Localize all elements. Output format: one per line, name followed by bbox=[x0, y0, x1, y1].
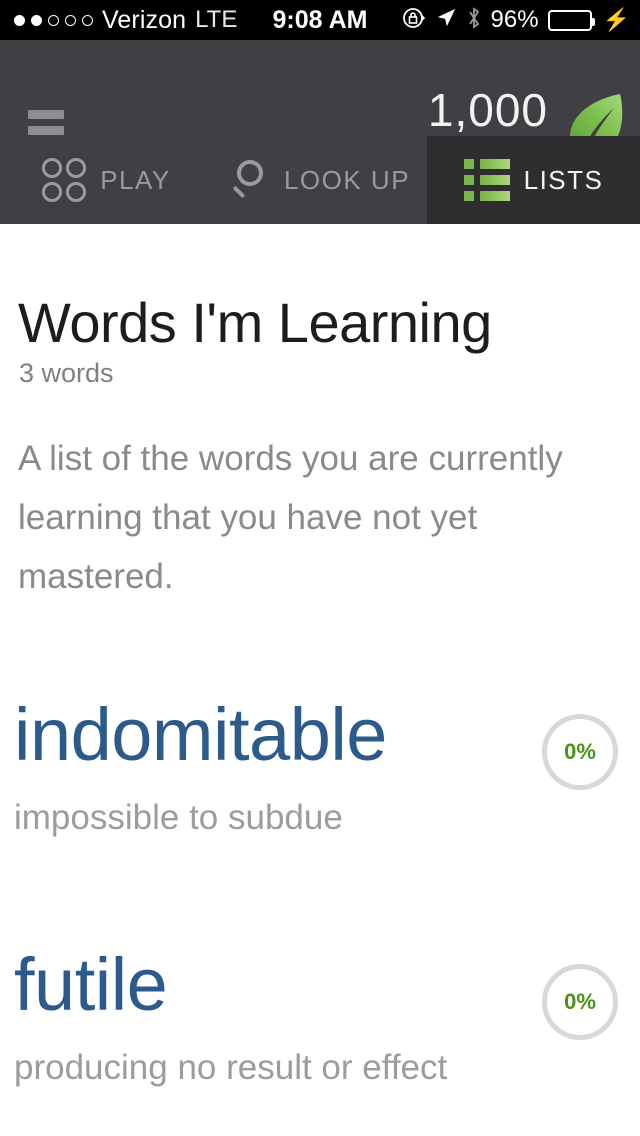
word-entry-main: futile producing no result or effect bbox=[14, 942, 447, 1088]
list-item[interactable]: futile producing no result or effect 0% bbox=[0, 942, 640, 1136]
list-bullets-icon bbox=[463, 159, 510, 201]
page-title: Words I'm Learning bbox=[18, 291, 492, 354]
list-content: Words I'm Learning 3 words A list of the… bbox=[0, 224, 640, 1136]
tab-look-up[interactable]: LOOK UP bbox=[213, 136, 427, 224]
main-nav-tabs: PLAY LOOK UP LISTS bbox=[0, 136, 640, 224]
clock-label: 9:08 AM bbox=[272, 5, 368, 34]
word-list: indomitable impossible to subdue 0% futi… bbox=[0, 692, 640, 1136]
app-header: 1,000 Danny S. bbox=[0, 40, 640, 164]
word-definition: producing no result or effect bbox=[14, 1048, 448, 1088]
tab-play-label: PLAY bbox=[100, 164, 171, 195]
magnifier-icon bbox=[230, 158, 270, 202]
progress-value: 0% bbox=[564, 739, 596, 764]
progress-ring[interactable]: 0% bbox=[542, 714, 618, 790]
progress-value: 0% bbox=[564, 989, 596, 1014]
tab-play[interactable]: PLAY bbox=[0, 136, 213, 224]
four-circles-icon bbox=[42, 158, 87, 202]
tab-lists-label: LISTS bbox=[523, 164, 604, 195]
word-title[interactable]: futile bbox=[14, 942, 447, 1027]
battery-icon bbox=[547, 9, 595, 31]
word-entry-main: indomitable impossible to subdue bbox=[14, 692, 387, 838]
list-description: A list of the words you are currently le… bbox=[18, 439, 563, 597]
word-definition: impossible to subdue bbox=[14, 798, 343, 838]
word-title[interactable]: indomitable bbox=[14, 692, 387, 777]
progress-ring[interactable]: 0% bbox=[542, 964, 618, 1040]
app-root: Verizon LTE 9:08 AM 96% ⚡ 1,000 PLAY LOO… bbox=[0, 0, 640, 1136]
tab-lists[interactable]: LISTS bbox=[427, 136, 640, 224]
list-item[interactable]: indomitable impossible to subdue 0% bbox=[0, 692, 640, 942]
word-count-label: 3 words bbox=[19, 358, 114, 388]
tab-look-up-label: LOOK UP bbox=[283, 164, 411, 195]
points-value: 1,000 bbox=[427, 84, 548, 136]
status-bar: Verizon LTE 9:08 AM 96% ⚡ bbox=[0, 0, 640, 40]
